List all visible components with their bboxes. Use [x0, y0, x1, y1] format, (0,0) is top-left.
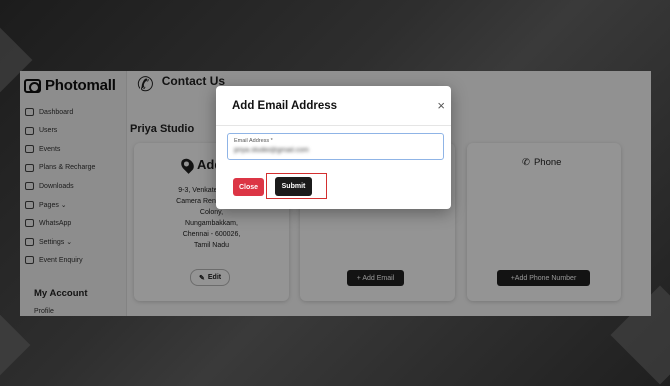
submit-button[interactable]: Submit [275, 177, 312, 196]
email-field-label: Email Address * [234, 138, 273, 144]
modal-divider [216, 125, 451, 126]
modal-title: Add Email Address [232, 100, 338, 112]
close-button[interactable]: Close [233, 178, 264, 196]
email-field-value[interactable]: priya.studio@gmail.com [234, 147, 309, 154]
add-email-modal: Add Email Address × Email Address * priy… [216, 86, 451, 209]
email-field[interactable]: Email Address * priya.studio@gmail.com [227, 133, 444, 160]
close-icon[interactable]: × [437, 99, 445, 112]
background-decoration [0, 309, 31, 381]
